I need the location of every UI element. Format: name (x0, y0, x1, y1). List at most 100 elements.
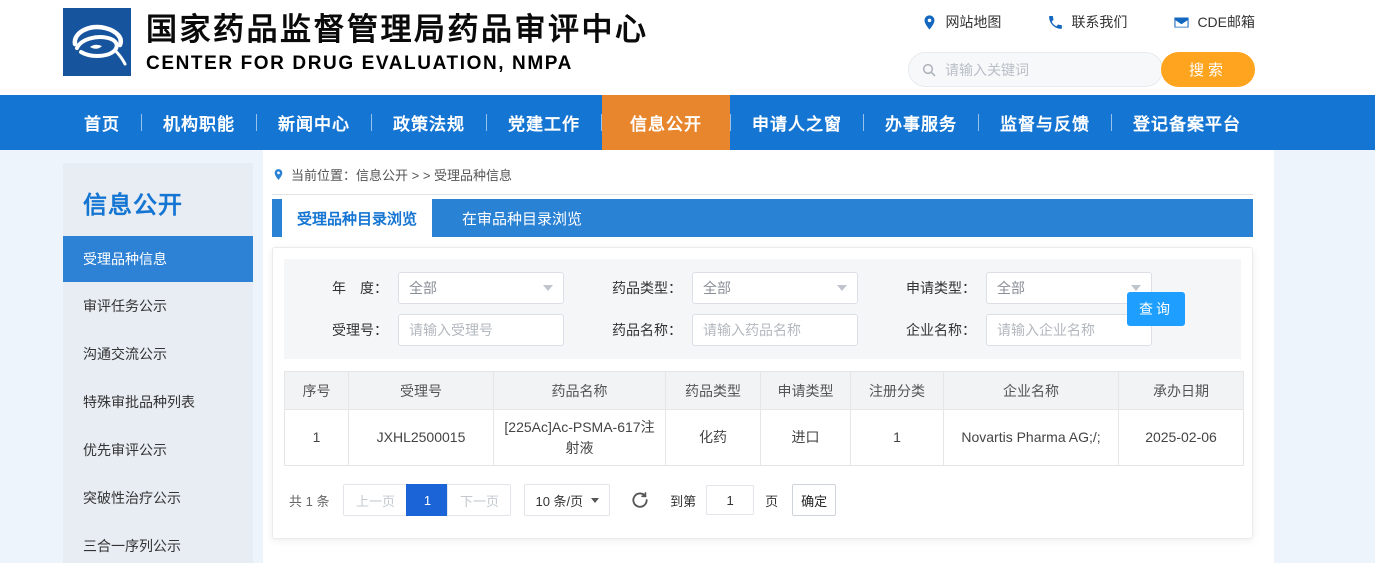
phone-icon (1047, 14, 1064, 31)
cell-drug-name: [225Ac]Ac-PSMA-617注射液 (494, 410, 666, 466)
cell-date: 2025-02-06 (1119, 410, 1244, 466)
col-header-seq: 序号 (285, 372, 349, 410)
site-subtitle: CENTER FOR DRUG EVALUATION, NMPA (146, 53, 649, 75)
drug-name-label: 药品名称： (612, 320, 682, 340)
content-column: 当前位置：信息公开 > > 受理品种信息 受理品种目录浏览 在审品种目录浏览 年… (263, 150, 1274, 563)
filter-row-1: 年 度： 全部 药品类型： 全部 申请类型： (284, 267, 1241, 309)
col-header-acceptance-no: 受理号 (349, 372, 494, 410)
page-size-select[interactable]: 10 条/页 (524, 484, 610, 516)
nav-item-applicant-window[interactable]: 申请人之窗 (731, 95, 863, 150)
cell-seq: 1 (285, 410, 349, 466)
col-header-reg-class: 注册分类 (851, 372, 944, 410)
total-count: 共 1 条 (289, 491, 329, 510)
page-buttons: 上一页 1 下一页 (343, 484, 511, 516)
current-page-button[interactable]: 1 (406, 484, 448, 516)
nav-item-services[interactable]: 办事服务 (864, 95, 978, 150)
goto-label: 到第 (670, 491, 696, 510)
search-box[interactable] (908, 52, 1163, 87)
acceptance-no-input[interactable] (398, 314, 564, 346)
sidebar-item-special-approval[interactable]: 特殊审批品种列表 (63, 378, 253, 426)
drug-type-select[interactable]: 全部 (692, 272, 858, 304)
sidebar: 信息公开 受理品种信息 审评任务公示 沟通交流公示 特殊审批品种列表 优先审评公… (63, 163, 253, 563)
drug-name-input[interactable] (692, 314, 858, 346)
nav-item-functions[interactable]: 机构职能 (142, 95, 256, 150)
site-header: 国家药品监督管理局药品审评中心 CENTER FOR DRUG EVALUATI… (0, 0, 1375, 95)
acceptance-no-filter: 受理号： (318, 314, 584, 346)
nav-item-news[interactable]: 新闻中心 (257, 95, 371, 150)
table-header-row: 序号 受理号 药品名称 药品类型 申请类型 注册分类 企业名称 承办日期 (285, 372, 1244, 410)
year-select-value: 全部 (409, 278, 437, 298)
results-table: 序号 受理号 药品名称 药品类型 申请类型 注册分类 企业名称 承办日期 1 J… (284, 371, 1244, 466)
mailbox-label: CDE邮箱 (1197, 12, 1255, 32)
site-title: 国家药品监督管理局药品审评中心 (146, 10, 649, 50)
content-panel: 年 度： 全部 药品类型： 全部 申请类型： (272, 247, 1253, 539)
filter-row-2: 受理号： 药品名称： 企业名称： (284, 309, 1241, 351)
year-filter: 年 度： 全部 (318, 272, 584, 304)
apply-type-label: 申请类型： (906, 278, 976, 298)
contact-label: 联系我们 (1071, 12, 1127, 32)
confirm-button[interactable]: 确定 (792, 484, 836, 516)
drug-name-filter: 药品名称： (612, 314, 878, 346)
year-select[interactable]: 全部 (398, 272, 564, 304)
header-quick-links: 网站地图 联系我们 CDE邮箱 (921, 12, 1255, 32)
nav-item-policies[interactable]: 政策法规 (372, 95, 486, 150)
nav-item-registration-platform[interactable]: 登记备案平台 (1112, 95, 1262, 150)
filter-panel: 年 度： 全部 药品类型： 全部 申请类型： (284, 259, 1241, 359)
sidebar-title: 信息公开 (63, 163, 253, 236)
acceptance-no-label: 受理号： (318, 320, 388, 340)
page-size-value: 10 条/页 (535, 491, 583, 510)
search-input[interactable] (945, 62, 1125, 78)
search-button[interactable]: 搜索 (1161, 52, 1255, 87)
cell-company: Novartis Pharma AG;/; (944, 410, 1119, 466)
nav-item-home[interactable]: 首页 (63, 95, 141, 150)
caret-down-icon (543, 285, 553, 291)
caret-down-icon (837, 285, 847, 291)
tab-under-review-catalog[interactable]: 在审品种目录浏览 (432, 199, 612, 237)
next-page-button[interactable]: 下一页 (447, 484, 511, 516)
company-name-label: 企业名称： (906, 320, 976, 340)
main-nav: 首页 机构职能 新闻中心 政策法规 党建工作 信息公开 申请人之窗 办事服务 监… (0, 95, 1375, 150)
sidebar-item-accepted-products[interactable]: 受理品种信息 (63, 236, 253, 282)
location-pin-icon (272, 167, 285, 182)
cell-acceptance-no: JXHL2500015 (349, 410, 494, 466)
cde-logo (63, 8, 131, 76)
nav-item-party-building[interactable]: 党建工作 (487, 95, 601, 150)
breadcrumb-text: 当前位置：信息公开 > > 受理品种信息 (291, 165, 512, 184)
cell-reg-class: 1 (851, 410, 944, 466)
cell-drug-type: 化药 (666, 410, 761, 466)
col-header-company: 企业名称 (944, 372, 1119, 410)
apply-type-select-value: 全部 (997, 278, 1025, 298)
sidebar-item-breakthrough-therapy[interactable]: 突破性治疗公示 (63, 474, 253, 522)
breadcrumb: 当前位置：信息公开 > > 受理品种信息 (272, 165, 1253, 194)
sitemap-label: 网站地图 (945, 12, 1001, 32)
header-search: 搜索 (908, 52, 1255, 87)
col-header-drug-type: 药品类型 (666, 372, 761, 410)
search-icon (921, 62, 937, 78)
sidebar-item-review-tasks[interactable]: 审评任务公示 (63, 282, 253, 330)
query-button[interactable]: 查询 (1127, 292, 1185, 326)
main-area: 信息公开 受理品种信息 审评任务公示 沟通交流公示 特殊审批品种列表 优先审评公… (0, 150, 1375, 563)
breadcrumb-divider (272, 194, 1253, 195)
nav-item-supervision-feedback[interactable]: 监督与反馈 (979, 95, 1111, 150)
prev-page-button[interactable]: 上一页 (343, 484, 407, 516)
col-header-date: 承办日期 (1119, 372, 1244, 410)
refresh-icon[interactable] (630, 490, 650, 510)
drug-type-select-value: 全部 (703, 278, 731, 298)
mailbox-link[interactable]: CDE邮箱 (1173, 12, 1255, 32)
tab-bar: 受理品种目录浏览 在审品种目录浏览 (272, 199, 1253, 237)
tab-accepted-catalog[interactable]: 受理品种目录浏览 (282, 199, 432, 237)
contact-link[interactable]: 联系我们 (1047, 12, 1127, 32)
drug-type-label: 药品类型： (612, 278, 682, 298)
drug-type-filter: 药品类型： 全部 (612, 272, 878, 304)
col-header-apply-type: 申请类型 (761, 372, 851, 410)
sidebar-item-three-in-one[interactable]: 三合一序列公示 (63, 522, 253, 563)
sidebar-item-communication[interactable]: 沟通交流公示 (63, 330, 253, 378)
goto-page-input[interactable] (706, 485, 754, 515)
sidebar-item-priority-review[interactable]: 优先审评公示 (63, 426, 253, 474)
caret-down-icon (1131, 285, 1141, 291)
nav-item-info-disclosure[interactable]: 信息公开 (602, 95, 730, 150)
mail-icon (1173, 14, 1190, 31)
sitemap-link[interactable]: 网站地图 (921, 12, 1001, 32)
pagination: 共 1 条 上一页 1 下一页 10 条/页 到第 页 确定 (284, 484, 1241, 516)
year-label: 年 度： (318, 278, 388, 298)
